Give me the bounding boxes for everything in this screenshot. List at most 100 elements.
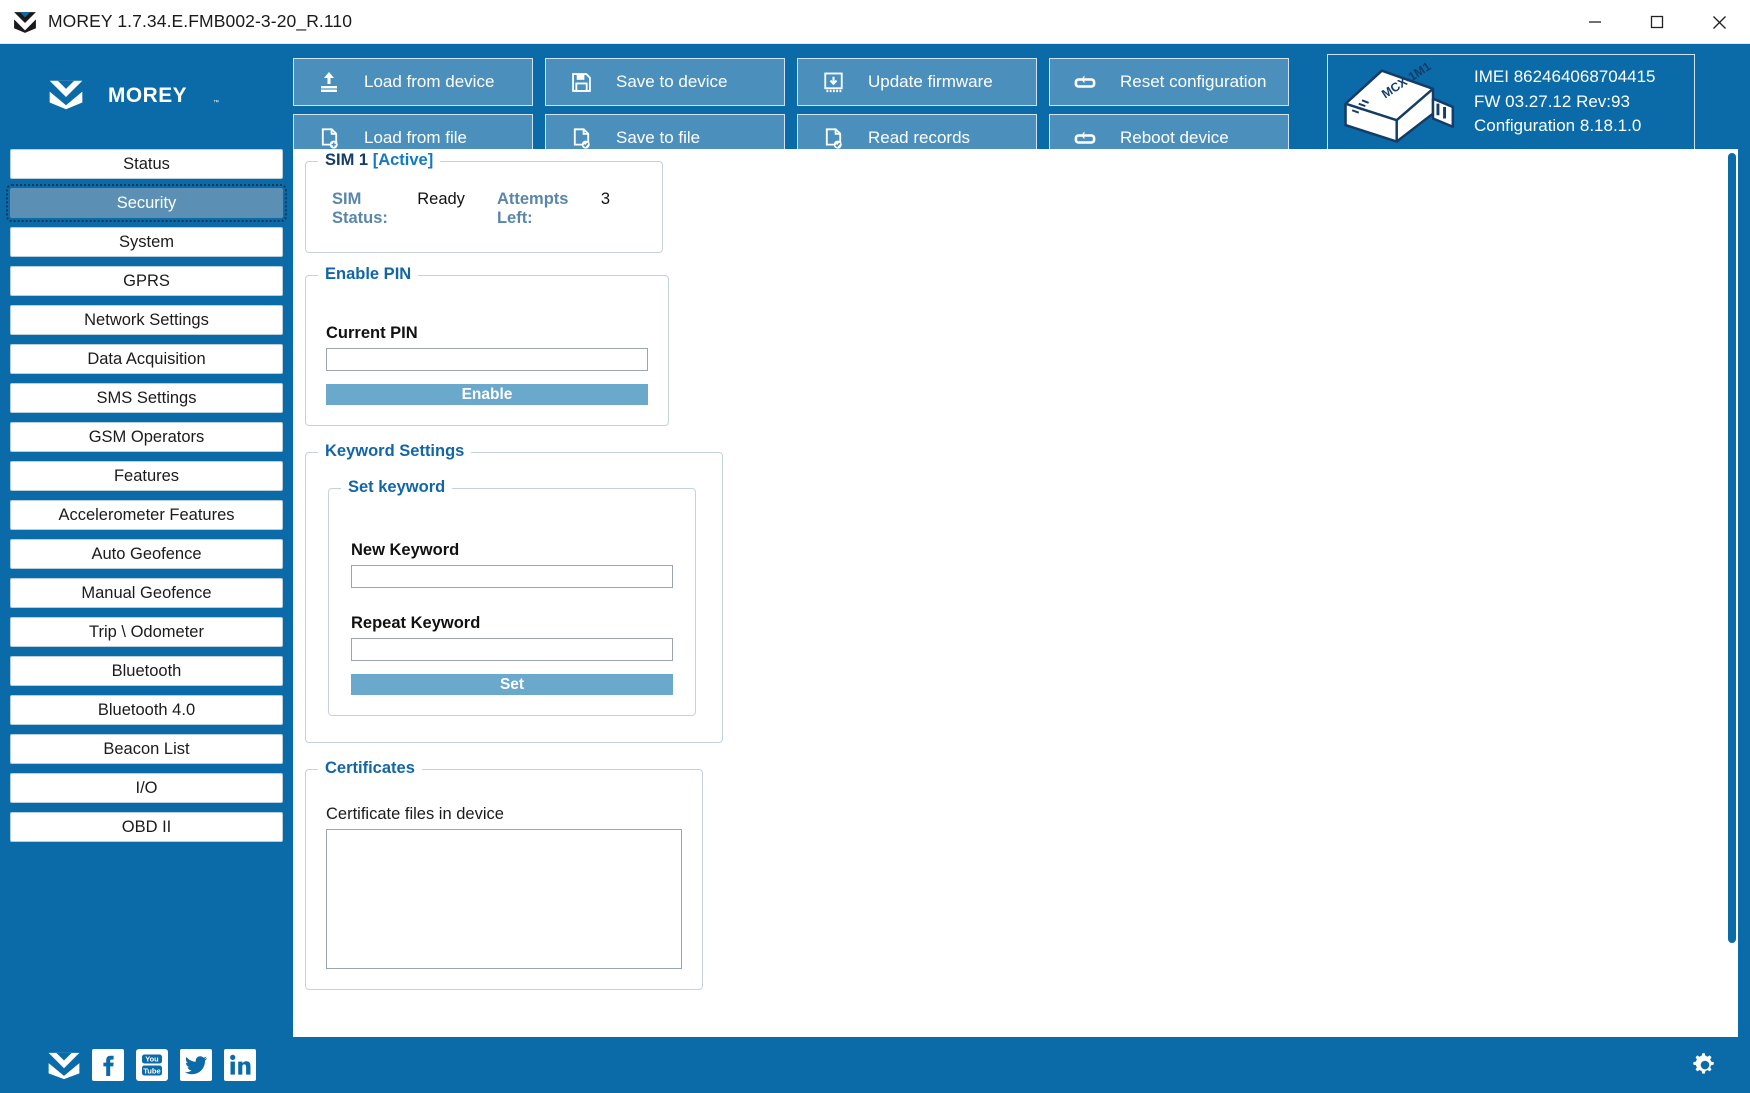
sidebar-item-label: Manual Geofence xyxy=(81,583,212,602)
content-scrollbar[interactable] xyxy=(1726,149,1738,1037)
scrollbar-thumb[interactable] xyxy=(1728,153,1736,943)
sidebar-item-bluetooth[interactable]: Bluetooth xyxy=(10,656,283,686)
sidebar-item-label: Beacon List xyxy=(103,739,190,758)
sidebar-item-status[interactable]: Status xyxy=(10,149,283,179)
file-save-icon xyxy=(568,125,594,151)
svg-text:You: You xyxy=(145,1055,159,1064)
app-footer: You Tube xyxy=(0,1037,1750,1093)
reboot-loop-icon xyxy=(1072,125,1098,151)
sim1-group: SIM 1 [Active] SIM Status: Ready Attempt… xyxy=(305,151,663,253)
toolbar-button-label: Load from device xyxy=(364,72,495,91)
imei-label: IMEI xyxy=(1474,67,1509,87)
brand-logo: MOREY ™ xyxy=(0,54,293,110)
window-title-bar: MOREY 1.7.34.E.FMB002-3-20_R.110 xyxy=(0,0,1750,44)
set-keyword-group: Set keyword New Keyword Repeat Keyword S… xyxy=(328,478,696,716)
reset-configuration-button[interactable]: Reset configuration xyxy=(1049,58,1289,106)
svg-text:™: ™ xyxy=(213,100,219,106)
new-keyword-label: New Keyword xyxy=(351,541,460,559)
fw-value: 03.27.12 Rev:93 xyxy=(1505,91,1630,111)
new-keyword-input[interactable] xyxy=(351,565,673,588)
toolbar-button-label: Save to device xyxy=(616,72,728,91)
keyword-settings-group-title: Keyword Settings xyxy=(318,442,472,461)
sidebar-item-accelerometer-features[interactable]: Accelerometer Features xyxy=(10,500,283,530)
device-info-panel: MCX-1M1 IMEI 862464068704415 FW 03.27.12… xyxy=(1327,54,1695,150)
sidebar-item-data-acquisition[interactable]: Data Acquisition xyxy=(10,344,283,374)
toolbar-button-label: Load from file xyxy=(364,128,467,147)
reset-loop-icon xyxy=(1072,69,1098,95)
minimize-button[interactable] xyxy=(1564,0,1626,44)
sim-status-value: Ready xyxy=(417,190,465,208)
enable-pin-button[interactable]: Enable xyxy=(326,384,648,405)
current-pin-label: Current PIN xyxy=(326,324,418,342)
config-label: Configuration xyxy=(1474,116,1576,136)
facebook-icon[interactable] xyxy=(92,1049,124,1081)
close-button[interactable] xyxy=(1688,0,1750,44)
sidebar-item-gsm-operators[interactable]: GSM Operators xyxy=(10,422,283,452)
sidebar-item-network-settings[interactable]: Network Settings xyxy=(10,305,283,335)
sidebar-item-auto-geofence[interactable]: Auto Geofence xyxy=(10,539,283,569)
sidebar-item-bluetooth-40[interactable]: Bluetooth 4.0 xyxy=(10,695,283,725)
sidebar-item-label: GPRS xyxy=(123,271,170,290)
sidebar-item-system[interactable]: System xyxy=(10,227,283,257)
device-config-row: Configuration 8.18.1.0 xyxy=(1474,114,1656,139)
sidebar-item-obd-ii[interactable]: OBD II xyxy=(10,812,283,842)
maximize-button[interactable] xyxy=(1626,0,1688,44)
sidebar-item-label: I/O xyxy=(135,778,158,797)
sidebar-item-label: SMS Settings xyxy=(96,388,197,407)
file-load-icon xyxy=(316,125,342,151)
sidebar-item-label: GSM Operators xyxy=(88,427,205,446)
sidebar-item-gprs[interactable]: GPRS xyxy=(10,266,283,296)
sidebar-item-label: Bluetooth xyxy=(111,661,182,680)
save-to-device-button[interactable]: Save to device xyxy=(545,58,785,106)
file-records-icon xyxy=(820,125,846,151)
toolbar-button-label: Reboot device xyxy=(1120,128,1229,147)
fw-label: FW xyxy=(1474,91,1501,111)
config-value: 8.18.1.0 xyxy=(1579,116,1642,136)
certificate-files-label: Certificate files in device xyxy=(326,805,504,823)
sidebar-item-security[interactable]: Security xyxy=(6,184,287,222)
gear-icon[interactable] xyxy=(1690,1050,1720,1080)
sim1-title-state: [Active] xyxy=(372,151,434,169)
repeat-keyword-input[interactable] xyxy=(351,638,673,661)
floppy-disk-icon xyxy=(568,69,594,95)
app-icon xyxy=(12,9,38,35)
sidebar-item-manual-geofence[interactable]: Manual Geofence xyxy=(10,578,283,608)
repeat-keyword-label: Repeat Keyword xyxy=(351,614,481,632)
youtube-icon[interactable]: You Tube xyxy=(136,1049,168,1081)
set-keyword-button[interactable]: Set xyxy=(351,674,673,695)
twitter-icon[interactable] xyxy=(180,1049,212,1081)
app-header: MOREY ™ Load from device Save to device … xyxy=(0,44,1750,162)
load-from-device-button[interactable]: Load from device xyxy=(293,58,533,106)
svg-text:Tube: Tube xyxy=(143,1066,161,1075)
brand-wordmark: MOREY ™ xyxy=(92,83,244,107)
sidebar-item-label: OBD II xyxy=(121,817,172,836)
window-controls xyxy=(1564,0,1750,44)
sim-status-row: SIM Status: Ready Attempts Left: 3 xyxy=(322,176,646,236)
toolbar-button-label: Update firmware xyxy=(868,72,993,91)
morey-chevron-icon[interactable] xyxy=(48,1049,80,1081)
linkedin-icon[interactable] xyxy=(224,1049,256,1081)
certificates-group-title: Certificates xyxy=(318,759,422,778)
upload-to-device-icon xyxy=(316,69,342,95)
security-settings-panel: SIM 1 [Active] SIM Status: Ready Attempt… xyxy=(293,149,1738,1037)
sidebar-navigation: Status Security System GPRS Network Sett… xyxy=(0,149,293,1037)
sidebar-item-features[interactable]: Features xyxy=(10,461,283,491)
toolbar-button-label: Save to file xyxy=(616,128,701,147)
morey-chevron-icon xyxy=(49,80,83,110)
sidebar-item-trip-odometer[interactable]: Trip \ Odometer xyxy=(10,617,283,647)
toolbar-button-label: Reset configuration xyxy=(1120,72,1267,91)
toolbar-button-label: Read records xyxy=(868,128,971,147)
sidebar-item-sms-settings[interactable]: SMS Settings xyxy=(10,383,283,413)
sidebar-item-beacon-list[interactable]: Beacon List xyxy=(10,734,283,764)
sidebar-item-label: Data Acquisition xyxy=(87,349,206,368)
sidebar-item-label: Bluetooth 4.0 xyxy=(97,700,196,719)
sidebar-item-label: Trip \ Odometer xyxy=(89,622,204,641)
imei-value: 862464068704415 xyxy=(1513,67,1656,87)
sim-attempts-label: Attempts Left: xyxy=(496,190,569,227)
certificate-files-listbox[interactable] xyxy=(326,829,682,969)
sidebar-item-io[interactable]: I/O xyxy=(10,773,283,803)
current-pin-input[interactable] xyxy=(326,348,648,371)
update-firmware-button[interactable]: Update firmware xyxy=(797,58,1037,106)
device-fw-row: FW 03.27.12 Rev:93 xyxy=(1474,90,1656,115)
svg-text:MOREY: MOREY xyxy=(108,84,187,107)
